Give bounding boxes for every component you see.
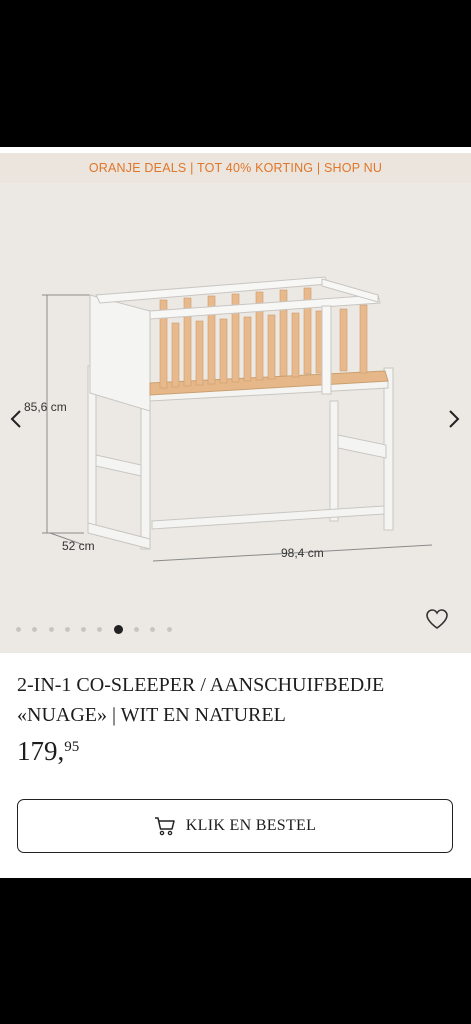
heart-icon[interactable] [424, 607, 450, 631]
pagination-dot[interactable] [81, 626, 87, 632]
pagination-dot[interactable] [150, 626, 156, 632]
chevron-left-icon[interactable] [6, 405, 26, 433]
pagination-dot[interactable] [48, 626, 54, 632]
pagination-dot-active[interactable] [113, 624, 123, 634]
pagination-dot[interactable] [166, 626, 172, 632]
promo-banner[interactable]: ORANJE DEALS | TOT 40% KORTING | SHOP NU [0, 153, 471, 183]
cart-icon [154, 817, 175, 836]
pagination-dot[interactable] [97, 626, 103, 632]
price-main: 179, [17, 736, 65, 766]
product-price: 179,95 [17, 736, 79, 767]
pagination-dot[interactable] [16, 626, 21, 632]
product-title: 2-IN-1 CO-SLEEPER / AANSCHUIFBEDJE «NUAG… [17, 674, 385, 726]
order-button[interactable]: KLIK EN BESTEL [17, 799, 453, 853]
price-cents: 95 [64, 739, 80, 755]
depth-dimension-label: 52 cm [62, 539, 95, 553]
gallery-pagination [16, 624, 183, 634]
promo-banner-text: ORANJE DEALS | TOT 40% KORTING | SHOP NU [88, 161, 383, 175]
order-button-label: KLIK EN BESTEL [185, 817, 317, 834]
pagination-dot[interactable] [64, 626, 70, 632]
product-image: 85,6 cm 52 cm 98,4 cm [24, 276, 433, 562]
pagination-dot[interactable] [32, 626, 38, 632]
pagination-dot[interactable] [134, 626, 140, 632]
width-dimension-label: 98,4 cm [281, 546, 324, 560]
chevron-right-icon[interactable] [444, 405, 464, 433]
height-dimension-label: 85,6 cm [24, 400, 67, 414]
product-gallery[interactable]: 85,6 cm 52 cm 98,4 cm [0, 183, 471, 653]
